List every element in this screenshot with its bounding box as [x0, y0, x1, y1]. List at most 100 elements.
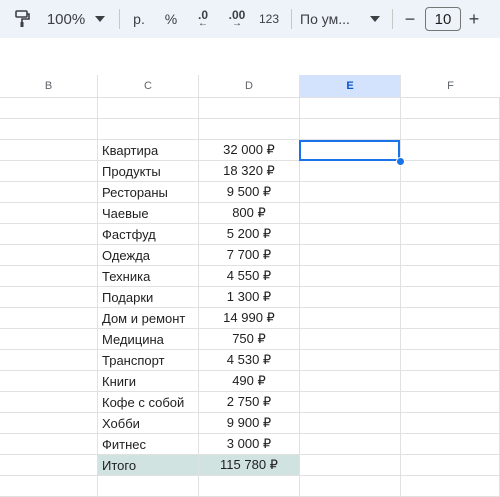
active-cell-selection[interactable] — [299, 140, 400, 161]
grid-cell[interactable] — [300, 182, 401, 203]
grid-cell[interactable] — [401, 392, 500, 413]
grid-cell[interactable] — [401, 287, 500, 308]
grid-cell[interactable] — [401, 98, 500, 119]
spreadsheet-grid[interactable]: Квартира 32 000 ₽ Продукты 18 320 ₽ Ресторан… — [0, 98, 500, 497]
grid-cell[interactable] — [300, 413, 401, 434]
category-cell[interactable]: Фитнес — [98, 434, 199, 455]
zoom-select[interactable]: 100% — [44, 0, 88, 38]
category-cell[interactable]: Хобби — [98, 413, 199, 434]
category-cell[interactable]: Продукты — [98, 161, 199, 182]
grid-cell[interactable] — [401, 224, 500, 245]
total-label-cell[interactable]: Итого — [98, 455, 199, 476]
amount-cell[interactable]: 18 320 ₽ — [199, 161, 300, 182]
grid-cell[interactable] — [0, 140, 98, 161]
category-cell[interactable]: Рестораны — [98, 182, 199, 203]
amount-cell[interactable]: 4 550 ₽ — [199, 266, 300, 287]
grid-cell[interactable] — [401, 203, 500, 224]
grid-cell[interactable] — [300, 98, 401, 119]
column-header-d[interactable]: D — [199, 75, 300, 98]
percent-format-button[interactable]: % — [160, 0, 182, 38]
grid-cell[interactable] — [0, 371, 98, 392]
amount-cell[interactable]: 9 900 ₽ — [199, 413, 300, 434]
grid-cell[interactable] — [401, 140, 500, 161]
decrease-decimals-button[interactable]: .0 ← — [190, 0, 216, 38]
grid-cell[interactable] — [300, 434, 401, 455]
grid-cell[interactable] — [300, 308, 401, 329]
grid-cell[interactable] — [401, 266, 500, 287]
column-header-f[interactable]: F — [401, 75, 500, 98]
grid-cell[interactable] — [300, 203, 401, 224]
grid-cell[interactable] — [0, 434, 98, 455]
currency-format-button[interactable]: р. — [128, 0, 150, 38]
amount-cell[interactable]: 4 530 ₽ — [199, 350, 300, 371]
amount-cell[interactable]: 32 000 ₽ — [199, 140, 300, 161]
grid-cell[interactable] — [401, 371, 500, 392]
grid-cell[interactable] — [300, 392, 401, 413]
amount-cell[interactable]: 490 ₽ — [199, 371, 300, 392]
category-cell[interactable]: Техника — [98, 266, 199, 287]
amount-cell[interactable]: 9 500 ₽ — [199, 182, 300, 203]
grid-cell[interactable] — [0, 245, 98, 266]
grid-cell[interactable] — [401, 245, 500, 266]
paint-format-icon[interactable] — [8, 0, 36, 38]
number-format-button[interactable]: 123 — [256, 0, 282, 38]
grid-cell[interactable] — [0, 287, 98, 308]
grid-cell[interactable] — [300, 266, 401, 287]
decrease-font-size-button[interactable]: − — [400, 0, 420, 38]
font-size-input[interactable]: 10 — [425, 7, 461, 31]
grid-cell[interactable] — [300, 455, 401, 476]
category-cell[interactable]: Квартира — [98, 140, 199, 161]
amount-cell[interactable]: 14 990 ₽ — [199, 308, 300, 329]
grid-cell[interactable] — [300, 224, 401, 245]
grid-cell[interactable] — [401, 182, 500, 203]
grid-cell[interactable] — [0, 161, 98, 182]
grid-cell[interactable] — [199, 98, 300, 119]
category-cell[interactable]: Фастфуд — [98, 224, 199, 245]
amount-cell[interactable]: 3 000 ₽ — [199, 434, 300, 455]
grid-cell[interactable] — [300, 161, 401, 182]
amount-cell[interactable]: 750 ₽ — [199, 329, 300, 350]
grid-cell[interactable] — [300, 329, 401, 350]
category-cell[interactable]: Одежда — [98, 245, 199, 266]
grid-cell[interactable] — [300, 371, 401, 392]
category-cell[interactable]: Дом и ремонт — [98, 308, 199, 329]
chevron-down-icon[interactable] — [92, 0, 108, 38]
category-cell[interactable]: Транспорт — [98, 350, 199, 371]
amount-cell[interactable]: 2 750 ₽ — [199, 392, 300, 413]
grid-cell[interactable] — [199, 119, 300, 140]
grid-cell[interactable] — [401, 119, 500, 140]
grid-cell[interactable] — [0, 350, 98, 371]
grid-cell[interactable] — [0, 455, 98, 476]
grid-cell[interactable] — [0, 329, 98, 350]
grid-cell[interactable] — [98, 119, 199, 140]
increase-font-size-button[interactable]: + — [463, 0, 485, 38]
grid-cell[interactable] — [401, 161, 500, 182]
amount-cell[interactable]: 1 300 ₽ — [199, 287, 300, 308]
grid-cell[interactable] — [401, 413, 500, 434]
category-cell[interactable]: Книги — [98, 371, 199, 392]
category-cell[interactable]: Чаевые — [98, 203, 199, 224]
column-header-b[interactable]: B — [0, 75, 98, 98]
grid-cell[interactable] — [401, 329, 500, 350]
grid-cell[interactable] — [300, 245, 401, 266]
total-amount-cell[interactable]: 115 780 ₽ — [199, 455, 300, 476]
grid-cell[interactable] — [0, 224, 98, 245]
grid-cell[interactable] — [0, 308, 98, 329]
grid-cell[interactable] — [401, 308, 500, 329]
category-cell[interactable]: Подарки — [98, 287, 199, 308]
increase-decimals-button[interactable]: .00 → — [224, 0, 250, 38]
grid-cell[interactable] — [401, 350, 500, 371]
grid-cell[interactable] — [0, 413, 98, 434]
grid-cell[interactable] — [401, 434, 500, 455]
grid-cell[interactable] — [0, 203, 98, 224]
category-cell[interactable]: Кофе с собой — [98, 392, 199, 413]
category-cell[interactable]: Медицина — [98, 329, 199, 350]
grid-cell[interactable] — [0, 119, 98, 140]
grid-cell[interactable] — [98, 98, 199, 119]
grid-cell[interactable] — [0, 98, 98, 119]
grid-cell[interactable] — [300, 350, 401, 371]
font-select[interactable]: По ум... — [300, 0, 360, 38]
fill-handle[interactable] — [396, 157, 405, 166]
grid-cell[interactable] — [0, 182, 98, 203]
grid-cell[interactable] — [0, 266, 98, 287]
